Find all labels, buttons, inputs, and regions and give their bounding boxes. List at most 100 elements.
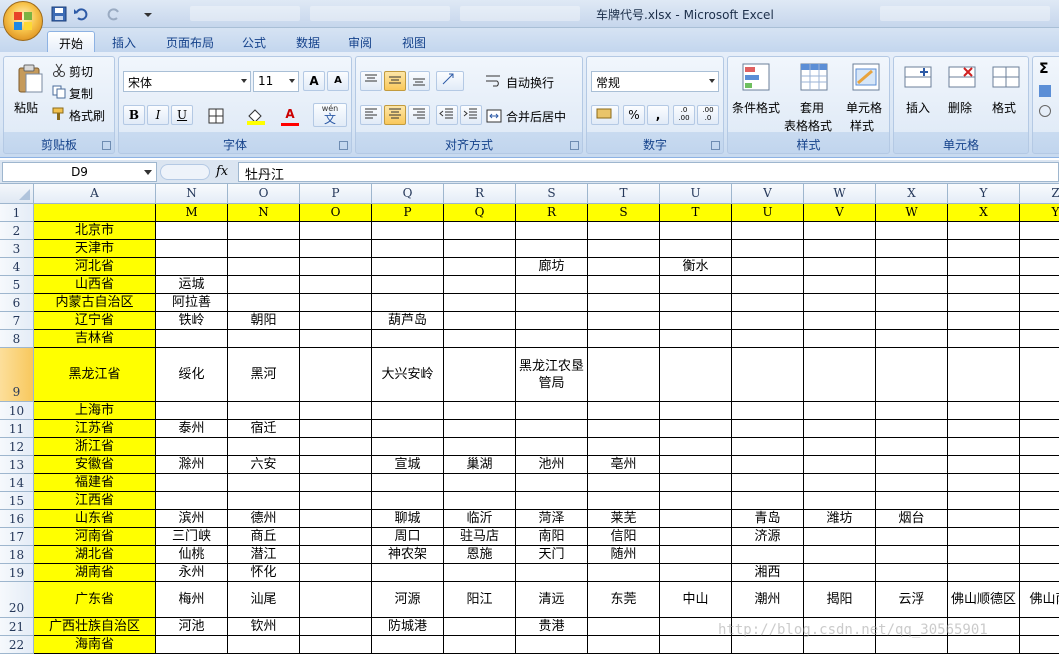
city-cell[interactable] bbox=[300, 348, 372, 402]
row-header[interactable]: 5 bbox=[0, 276, 34, 294]
align-top-button[interactable] bbox=[360, 71, 382, 91]
city-cell[interactable] bbox=[516, 438, 588, 456]
city-cell[interactable] bbox=[372, 474, 444, 492]
city-cell[interactable] bbox=[228, 474, 300, 492]
city-cell[interactable] bbox=[876, 492, 948, 510]
city-cell[interactable] bbox=[588, 222, 660, 240]
city-cell[interactable] bbox=[1020, 528, 1059, 546]
city-cell[interactable] bbox=[156, 330, 228, 348]
formula-input[interactable]: 牡丹江 bbox=[238, 162, 1059, 183]
city-cell[interactable] bbox=[948, 258, 1020, 276]
city-cell[interactable] bbox=[156, 240, 228, 258]
city-cell[interactable] bbox=[804, 474, 876, 492]
column-header-s[interactable]: S bbox=[516, 184, 588, 204]
city-cell[interactable]: 商丘 bbox=[228, 528, 300, 546]
column-header-z[interactable]: Z bbox=[1020, 184, 1059, 204]
city-cell[interactable]: 烟台 bbox=[876, 510, 948, 528]
cell[interactable]: U bbox=[732, 204, 804, 222]
city-cell[interactable] bbox=[516, 420, 588, 438]
city-cell[interactable]: 河池 bbox=[156, 618, 228, 636]
city-cell[interactable] bbox=[588, 240, 660, 258]
format-painter-button[interactable]: 格式刷 bbox=[69, 107, 105, 124]
city-cell[interactable] bbox=[732, 258, 804, 276]
comma-style-button[interactable]: , bbox=[647, 105, 669, 125]
column-header-w[interactable]: W bbox=[804, 184, 876, 204]
city-cell[interactable] bbox=[660, 456, 732, 474]
city-cell[interactable] bbox=[444, 618, 516, 636]
city-cell[interactable] bbox=[660, 492, 732, 510]
city-cell[interactable] bbox=[804, 456, 876, 474]
city-cell[interactable] bbox=[660, 312, 732, 330]
city-cell[interactable] bbox=[804, 240, 876, 258]
city-cell[interactable] bbox=[804, 258, 876, 276]
city-cell[interactable] bbox=[1020, 618, 1059, 636]
city-cell[interactable] bbox=[660, 510, 732, 528]
city-cell[interactable] bbox=[588, 402, 660, 420]
city-cell[interactable]: 汕尾 bbox=[228, 582, 300, 618]
city-cell[interactable] bbox=[732, 456, 804, 474]
city-cell[interactable] bbox=[372, 636, 444, 654]
city-cell[interactable] bbox=[660, 564, 732, 582]
city-cell[interactable] bbox=[516, 636, 588, 654]
city-cell[interactable] bbox=[660, 438, 732, 456]
city-cell[interactable]: 阳江 bbox=[444, 582, 516, 618]
city-cell[interactable] bbox=[876, 636, 948, 654]
column-header-o[interactable]: O bbox=[228, 184, 300, 204]
city-cell[interactable]: 梅州 bbox=[156, 582, 228, 618]
city-cell[interactable] bbox=[876, 456, 948, 474]
city-cell[interactable] bbox=[228, 276, 300, 294]
city-cell[interactable] bbox=[372, 240, 444, 258]
city-cell[interactable] bbox=[300, 330, 372, 348]
city-cell[interactable] bbox=[804, 312, 876, 330]
city-cell[interactable]: 恩施 bbox=[444, 546, 516, 564]
city-cell[interactable] bbox=[948, 456, 1020, 474]
city-cell[interactable] bbox=[300, 618, 372, 636]
city-cell[interactable] bbox=[228, 258, 300, 276]
format-cells-button[interactable]: 格式 bbox=[992, 99, 1016, 116]
city-cell[interactable] bbox=[228, 636, 300, 654]
city-cell[interactable]: 济源 bbox=[732, 528, 804, 546]
city-cell[interactable]: 运城 bbox=[156, 276, 228, 294]
city-cell[interactable] bbox=[300, 582, 372, 618]
province-cell[interactable]: 湖北省 bbox=[34, 546, 156, 564]
city-cell[interactable] bbox=[660, 330, 732, 348]
city-cell[interactable] bbox=[516, 474, 588, 492]
increase-indent-button[interactable] bbox=[460, 105, 482, 125]
city-cell[interactable] bbox=[1020, 492, 1059, 510]
city-cell[interactable] bbox=[948, 564, 1020, 582]
city-cell[interactable]: 临沂 bbox=[444, 510, 516, 528]
city-cell[interactable] bbox=[876, 528, 948, 546]
city-cell[interactable] bbox=[732, 294, 804, 312]
merge-center-button[interactable]: 合并后居中 bbox=[506, 108, 566, 125]
row-header[interactable]: 10 bbox=[0, 402, 34, 420]
city-cell[interactable] bbox=[876, 258, 948, 276]
row-header[interactable]: 13 bbox=[0, 456, 34, 474]
wrap-text-button[interactable]: 自动换行 bbox=[506, 74, 554, 91]
city-cell[interactable] bbox=[228, 222, 300, 240]
city-cell[interactable] bbox=[804, 438, 876, 456]
align-left-button[interactable] bbox=[360, 105, 382, 125]
city-cell[interactable] bbox=[300, 456, 372, 474]
city-cell[interactable] bbox=[1020, 348, 1059, 402]
city-cell[interactable]: 怀化 bbox=[228, 564, 300, 582]
cell[interactable]: O bbox=[300, 204, 372, 222]
city-cell[interactable] bbox=[444, 222, 516, 240]
city-cell[interactable] bbox=[1020, 402, 1059, 420]
city-cell[interactable] bbox=[156, 222, 228, 240]
borders-icon[interactable] bbox=[207, 107, 227, 125]
insert-function-button[interactable]: fx bbox=[216, 164, 228, 179]
city-cell[interactable] bbox=[732, 240, 804, 258]
autosum-button[interactable]: Σ bbox=[1039, 61, 1049, 77]
city-cell[interactable]: 宿迁 bbox=[228, 420, 300, 438]
city-cell[interactable] bbox=[804, 294, 876, 312]
city-cell[interactable] bbox=[876, 402, 948, 420]
city-cell[interactable]: 河源 bbox=[372, 582, 444, 618]
city-cell[interactable]: 信阳 bbox=[588, 528, 660, 546]
city-cell[interactable] bbox=[1020, 240, 1059, 258]
dialog-launcher-icon[interactable] bbox=[711, 141, 720, 150]
accounting-format-button[interactable] bbox=[591, 105, 619, 125]
city-cell[interactable]: 池州 bbox=[516, 456, 588, 474]
city-cell[interactable] bbox=[732, 312, 804, 330]
decrease-decimal-button[interactable]: .00 .0 bbox=[697, 105, 719, 125]
city-cell[interactable] bbox=[588, 312, 660, 330]
